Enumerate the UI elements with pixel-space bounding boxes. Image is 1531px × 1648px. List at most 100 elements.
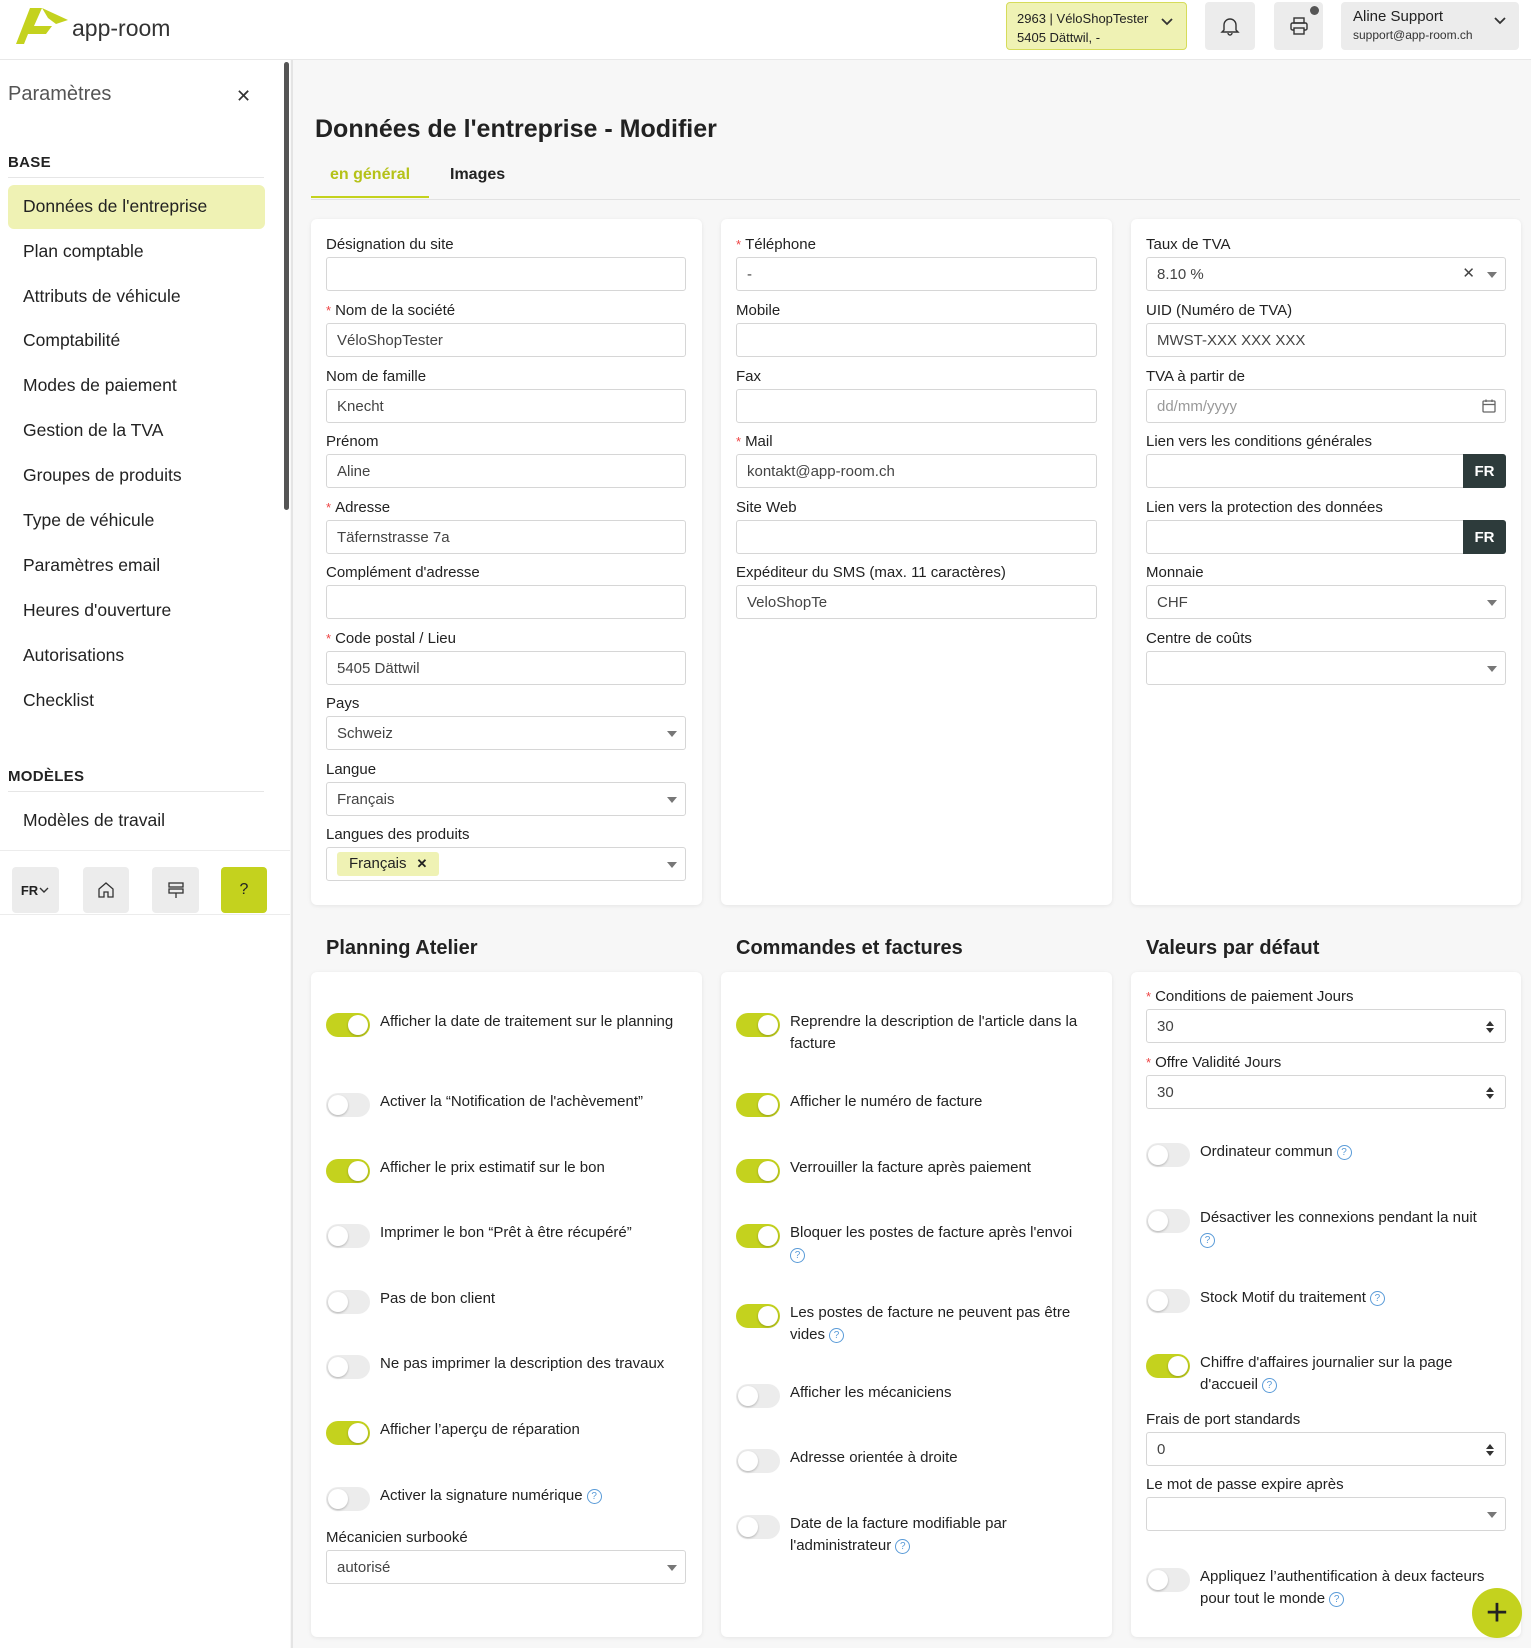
add-button[interactable]: + (1472, 1588, 1522, 1638)
toggle-estimated-price[interactable] (326, 1159, 370, 1183)
sidebar-item-checklist[interactable]: Checklist (8, 679, 265, 723)
help-icon[interactable]: ? (1329, 1591, 1345, 1607)
stepper-icon[interactable] (1485, 1019, 1495, 1035)
sidebar-item-vehicle-attributes[interactable]: Attributs de véhicule (8, 275, 265, 319)
help-icon[interactable]: ? (895, 1538, 911, 1554)
site-input[interactable] (326, 257, 686, 291)
help-icon[interactable]: ? (1369, 1290, 1385, 1306)
print-button[interactable] (1274, 2, 1323, 50)
toggle-article-description[interactable] (736, 1013, 780, 1037)
sidebar-item-accounting[interactable]: Comptabilité (8, 319, 265, 363)
sidebar-item-payment-modes[interactable]: Modes de paiement (8, 364, 265, 408)
toggle-shared-computer[interactable] (1146, 1143, 1190, 1167)
country-select[interactable]: Schweiz (326, 716, 686, 750)
close-icon[interactable]: ✕ (236, 86, 251, 107)
language-selector[interactable]: FR (12, 867, 59, 913)
chevron-down-icon (1161, 18, 1173, 26)
sidebar-item-authorizations[interactable]: Autorisations (8, 634, 265, 678)
toggle-daily-revenue[interactable] (1146, 1354, 1190, 1378)
toggle-no-work-description[interactable] (326, 1355, 370, 1379)
sidebar-item-email-settings[interactable]: Paramètres email (8, 544, 265, 588)
help-icon[interactable]: ? (1336, 1144, 1352, 1160)
toggle-planning-date[interactable] (326, 1013, 370, 1037)
terms-link-input[interactable]: FR (1146, 454, 1506, 488)
mobile-input[interactable] (736, 323, 1097, 357)
website-input[interactable] (736, 520, 1097, 554)
sidebar-item-chart-of-accounts[interactable]: Plan comptable (8, 230, 265, 274)
sidebar-item-work-templates[interactable]: Modèles de travail (8, 799, 265, 843)
logo[interactable]: app-room (12, 4, 170, 46)
toggle-invoice-number[interactable] (736, 1093, 780, 1117)
lastname-input[interactable]: Knecht (326, 389, 686, 423)
fax-input[interactable] (736, 389, 1097, 423)
toggle-ready-pickup-print[interactable] (326, 1224, 370, 1248)
sidebar-item-vat[interactable]: Gestion de la TVA (8, 409, 265, 453)
sidebar-item-vehicle-type[interactable]: Type de véhicule (8, 499, 265, 543)
sidebar-item-company-data[interactable]: Données de l'entreprise (8, 185, 265, 229)
zip-input[interactable]: 5405 Dättwil (326, 651, 686, 685)
address2-input[interactable] (326, 585, 686, 619)
toggle-address-right[interactable] (736, 1449, 780, 1473)
mechanic-overbooked-select[interactable]: autorisé (326, 1550, 686, 1584)
language-select[interactable]: Français (326, 782, 686, 816)
clear-icon[interactable]: ✕ (1462, 264, 1475, 282)
tab-bar: en général Images (311, 158, 1520, 200)
stepper-icon[interactable] (1485, 1085, 1495, 1101)
vat-rate-select[interactable]: 8.10 % ✕ (1146, 257, 1506, 291)
toggle-block-after-send[interactable] (736, 1224, 780, 1248)
offer-validity-input[interactable]: 30 (1146, 1075, 1506, 1109)
privacy-link-input[interactable]: FR (1146, 520, 1506, 554)
sidebar-item-opening-hours[interactable]: Heures d'ouverture (8, 589, 265, 633)
toggle-no-empty-items[interactable] (736, 1304, 780, 1328)
sidebar-item-product-groups[interactable]: Groupes de produits (8, 454, 265, 498)
privacy-language-button[interactable]: FR (1463, 520, 1506, 554)
product-languages-select[interactable]: Français ✕ (326, 847, 686, 881)
toggle-no-customer-voucher[interactable] (326, 1290, 370, 1314)
toggle-label: Afficher le numéro de facture (790, 1093, 983, 1110)
tab-images[interactable]: Images (450, 166, 505, 184)
toggle-completion-notification[interactable] (326, 1093, 370, 1117)
shop-selector[interactable]: 2963 | VéloShopTester 5405 Dättwil, - (1006, 2, 1187, 50)
bell-icon (1220, 18, 1240, 36)
tab-general[interactable]: en général (311, 166, 430, 198)
company-input[interactable]: VéloShopTester (326, 323, 686, 357)
phone-input[interactable]: - (736, 257, 1097, 291)
currency-select[interactable]: CHF (1146, 585, 1506, 619)
password-expiry-select[interactable] (1146, 1497, 1506, 1531)
home-button[interactable] (83, 867, 129, 913)
calendar-icon[interactable] (1481, 398, 1497, 414)
website-label: Site Web (736, 499, 797, 516)
toggle-show-mechanics[interactable] (736, 1384, 780, 1408)
sms-sender-input[interactable]: VeloShopTe (736, 585, 1097, 619)
vat-from-date-input[interactable]: dd/mm/yyyy (1146, 389, 1506, 423)
toggle-invoice-date-editable[interactable] (736, 1515, 780, 1539)
firstname-input[interactable]: Aline (326, 454, 686, 488)
sidebar-scrollbar[interactable] (284, 62, 289, 510)
stepper-icon[interactable] (1485, 1442, 1495, 1458)
user-menu[interactable]: Aline Support support@app-room.ch (1341, 2, 1519, 50)
help-icon[interactable]: ? (586, 1488, 602, 1504)
toggle-disable-night-logins[interactable] (1146, 1209, 1190, 1233)
layout-button[interactable] (152, 867, 199, 913)
sms-sender-label: Expéditeur du SMS (max. 11 caractères) (736, 564, 1006, 581)
help-icon[interactable]: ? (790, 1247, 805, 1263)
payment-days-input[interactable]: 30 (1146, 1009, 1506, 1043)
toggle-stock-reason[interactable] (1146, 1289, 1190, 1313)
remove-chip-icon[interactable]: ✕ (417, 856, 428, 871)
shipping-input[interactable]: 0 (1146, 1432, 1506, 1466)
toggle-repair-overview[interactable] (326, 1421, 370, 1445)
help-icon[interactable]: ? (1261, 1377, 1277, 1393)
mail-input[interactable]: kontakt@app-room.ch (736, 454, 1097, 488)
address-input[interactable]: Täfernstrasse 7a (326, 520, 686, 554)
toggle-lock-after-payment[interactable] (736, 1159, 780, 1183)
help-button[interactable]: ? (221, 867, 267, 913)
uid-input[interactable]: MWST-XXX XXX XXX (1146, 323, 1506, 357)
notifications-button[interactable] (1205, 2, 1255, 50)
toggle-two-factor-auth[interactable] (1146, 1568, 1190, 1592)
terms-language-button[interactable]: FR (1463, 454, 1506, 488)
help-icon[interactable]: ? (1200, 1232, 1215, 1248)
help-icon[interactable]: ? (829, 1327, 845, 1343)
home-icon (98, 882, 114, 898)
toggle-digital-signature[interactable] (326, 1487, 370, 1511)
cost-center-select[interactable] (1146, 651, 1506, 685)
